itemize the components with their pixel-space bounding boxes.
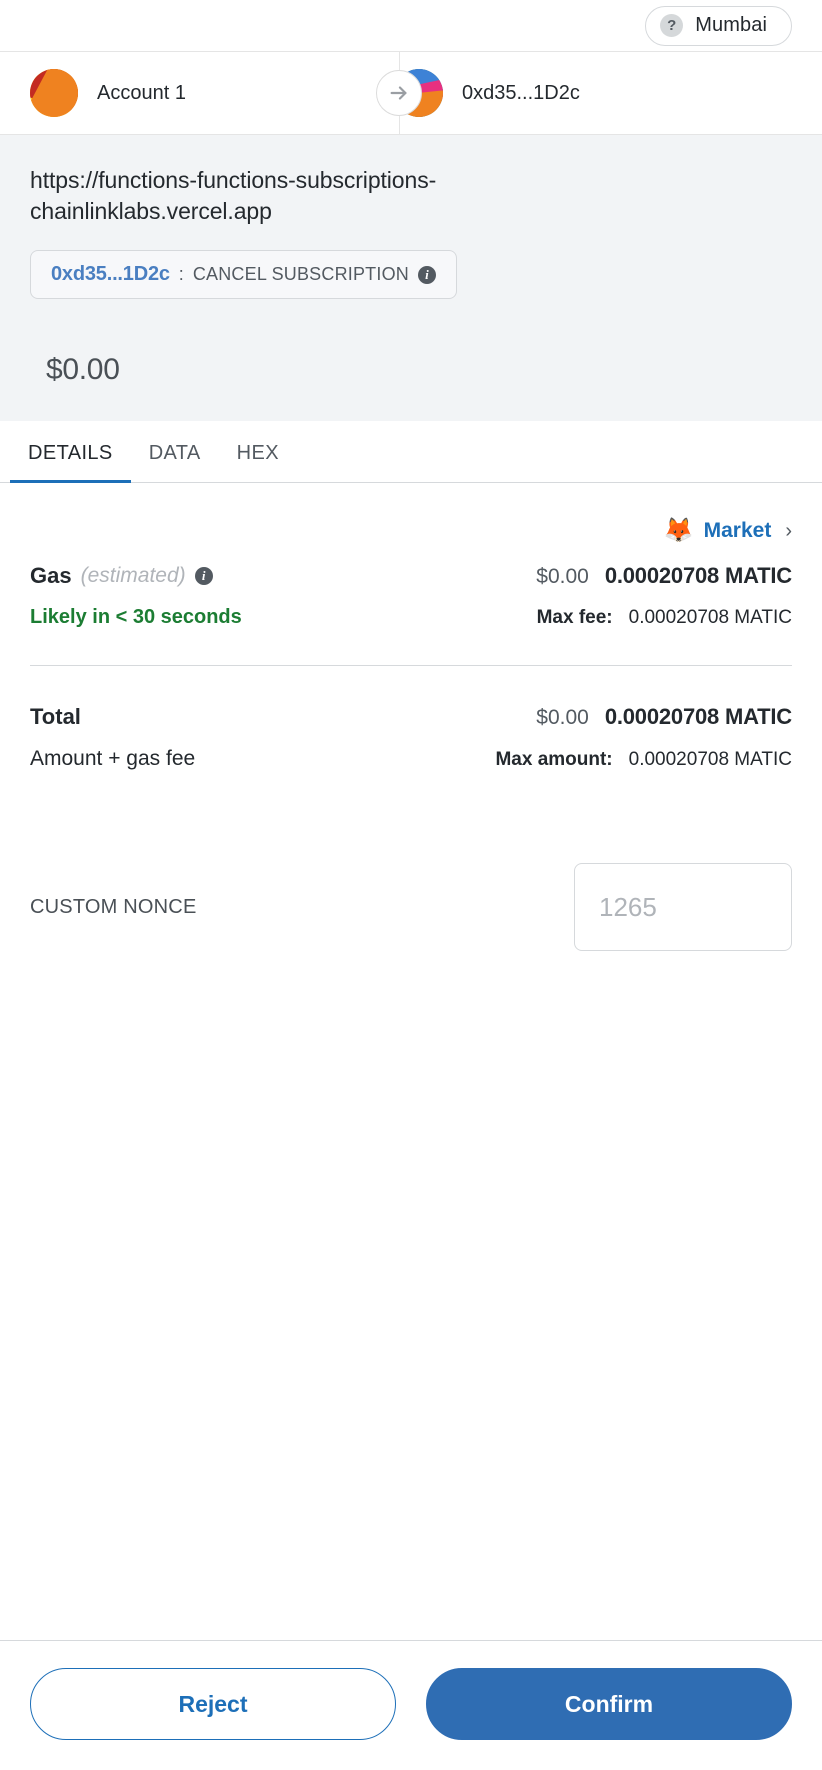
contract-method-chip[interactable]: 0xd35...1D2c : CANCEL SUBSCRIPTION i <box>30 250 457 299</box>
chip-contract-address: 0xd35...1D2c <box>51 263 170 286</box>
transaction-amount-fiat: $0.00 <box>46 353 792 387</box>
max-amount-value: 0.00020708 MATIC <box>629 749 792 771</box>
gas-values: $0.00 0.00020708 MATIC <box>536 563 792 589</box>
network-selector-pill[interactable]: ? Mumbai <box>645 6 792 46</box>
total-description: Amount + gas fee <box>30 747 195 771</box>
market-row: 🦊 Market › <box>30 483 792 543</box>
fox-icon: 🦊 <box>664 519 694 543</box>
market-link[interactable]: 🦊 Market › <box>664 519 792 543</box>
chevron-right-icon: › <box>785 520 792 543</box>
gas-speed-estimate: Likely in < 30 seconds <box>30 606 242 629</box>
sender-avatar-icon <box>30 69 78 117</box>
total-crypto-value: 0.00020708 MATIC <box>605 704 792 730</box>
transaction-tabs: DETAILS DATA HEX <box>0 421 822 483</box>
market-label: Market <box>704 519 772 543</box>
sender-account-name: Account 1 <box>97 82 186 105</box>
gas-fiat-value: $0.00 <box>536 565 589 589</box>
max-amount-group: Max amount: 0.00020708 MATIC <box>495 749 792 771</box>
metamask-confirm-transaction-window: ? Mumbai Account 1 0xd35...1D2c <box>0 0 822 1770</box>
gas-estimated-note: (estimated) <box>81 564 186 588</box>
tab-data[interactable]: DATA <box>131 442 219 483</box>
max-fee-value: 0.00020708 MATIC <box>629 607 792 629</box>
chip-method-name: CANCEL SUBSCRIPTION <box>193 264 409 285</box>
total-fiat-value: $0.00 <box>536 706 589 730</box>
section-divider <box>30 665 792 666</box>
total-values: $0.00 0.00020708 MATIC <box>536 704 792 730</box>
custom-nonce-input[interactable] <box>574 863 792 951</box>
total-secondary-row: Amount + gas fee Max amount: 0.00020708 … <box>30 747 792 771</box>
sender-account[interactable]: Account 1 <box>0 69 365 117</box>
accounts-row: Account 1 0xd35...1D2c <box>0 51 822 135</box>
details-tab-content: 🦊 Market › Gas (estimated) i $0.00 0.000… <box>0 483 822 1640</box>
total-label: Total <box>30 704 81 730</box>
gas-label-group: Gas (estimated) i <box>30 563 213 589</box>
network-header: ? Mumbai <box>0 0 822 51</box>
origin-url: https://functions-functions-subscription… <box>30 165 560 226</box>
recipient-account-name: 0xd35...1D2c <box>462 82 580 105</box>
gas-info-icon[interactable]: i <box>195 567 213 585</box>
gas-crypto-value: 0.00020708 MATIC <box>605 563 792 589</box>
total-section: Total $0.00 0.00020708 MATIC Amount + ga… <box>30 704 792 771</box>
max-amount-label: Max amount: <box>495 749 612 771</box>
gas-label: Gas <box>30 563 72 589</box>
custom-nonce-label: CUSTOM NONCE <box>30 896 196 919</box>
max-fee-label: Max fee: <box>537 607 613 629</box>
action-footer: Reject Confirm <box>0 1640 822 1770</box>
chip-separator: : <box>179 264 184 285</box>
confirm-button[interactable]: Confirm <box>426 1668 792 1740</box>
gas-secondary-row: Likely in < 30 seconds Max fee: 0.000207… <box>30 606 792 629</box>
info-icon[interactable]: i <box>418 266 436 284</box>
tab-hex[interactable]: HEX <box>219 442 297 483</box>
question-mark-icon: ? <box>660 14 683 37</box>
gas-section: Gas (estimated) i $0.00 0.00020708 MATIC… <box>30 563 792 629</box>
max-fee-group: Max fee: 0.00020708 MATIC <box>537 607 792 629</box>
reject-button[interactable]: Reject <box>30 1668 396 1740</box>
arrow-right-icon <box>376 70 422 116</box>
tab-details[interactable]: DETAILS <box>10 442 131 483</box>
gas-primary-row: Gas (estimated) i $0.00 0.00020708 MATIC <box>30 563 792 589</box>
transaction-amount-block: $0.00 <box>30 325 792 387</box>
transaction-origin-panel: https://functions-functions-subscription… <box>0 135 822 421</box>
network-name: Mumbai <box>695 14 767 37</box>
custom-nonce-row: CUSTOM NONCE <box>30 863 792 951</box>
total-primary-row: Total $0.00 0.00020708 MATIC <box>30 704 792 730</box>
